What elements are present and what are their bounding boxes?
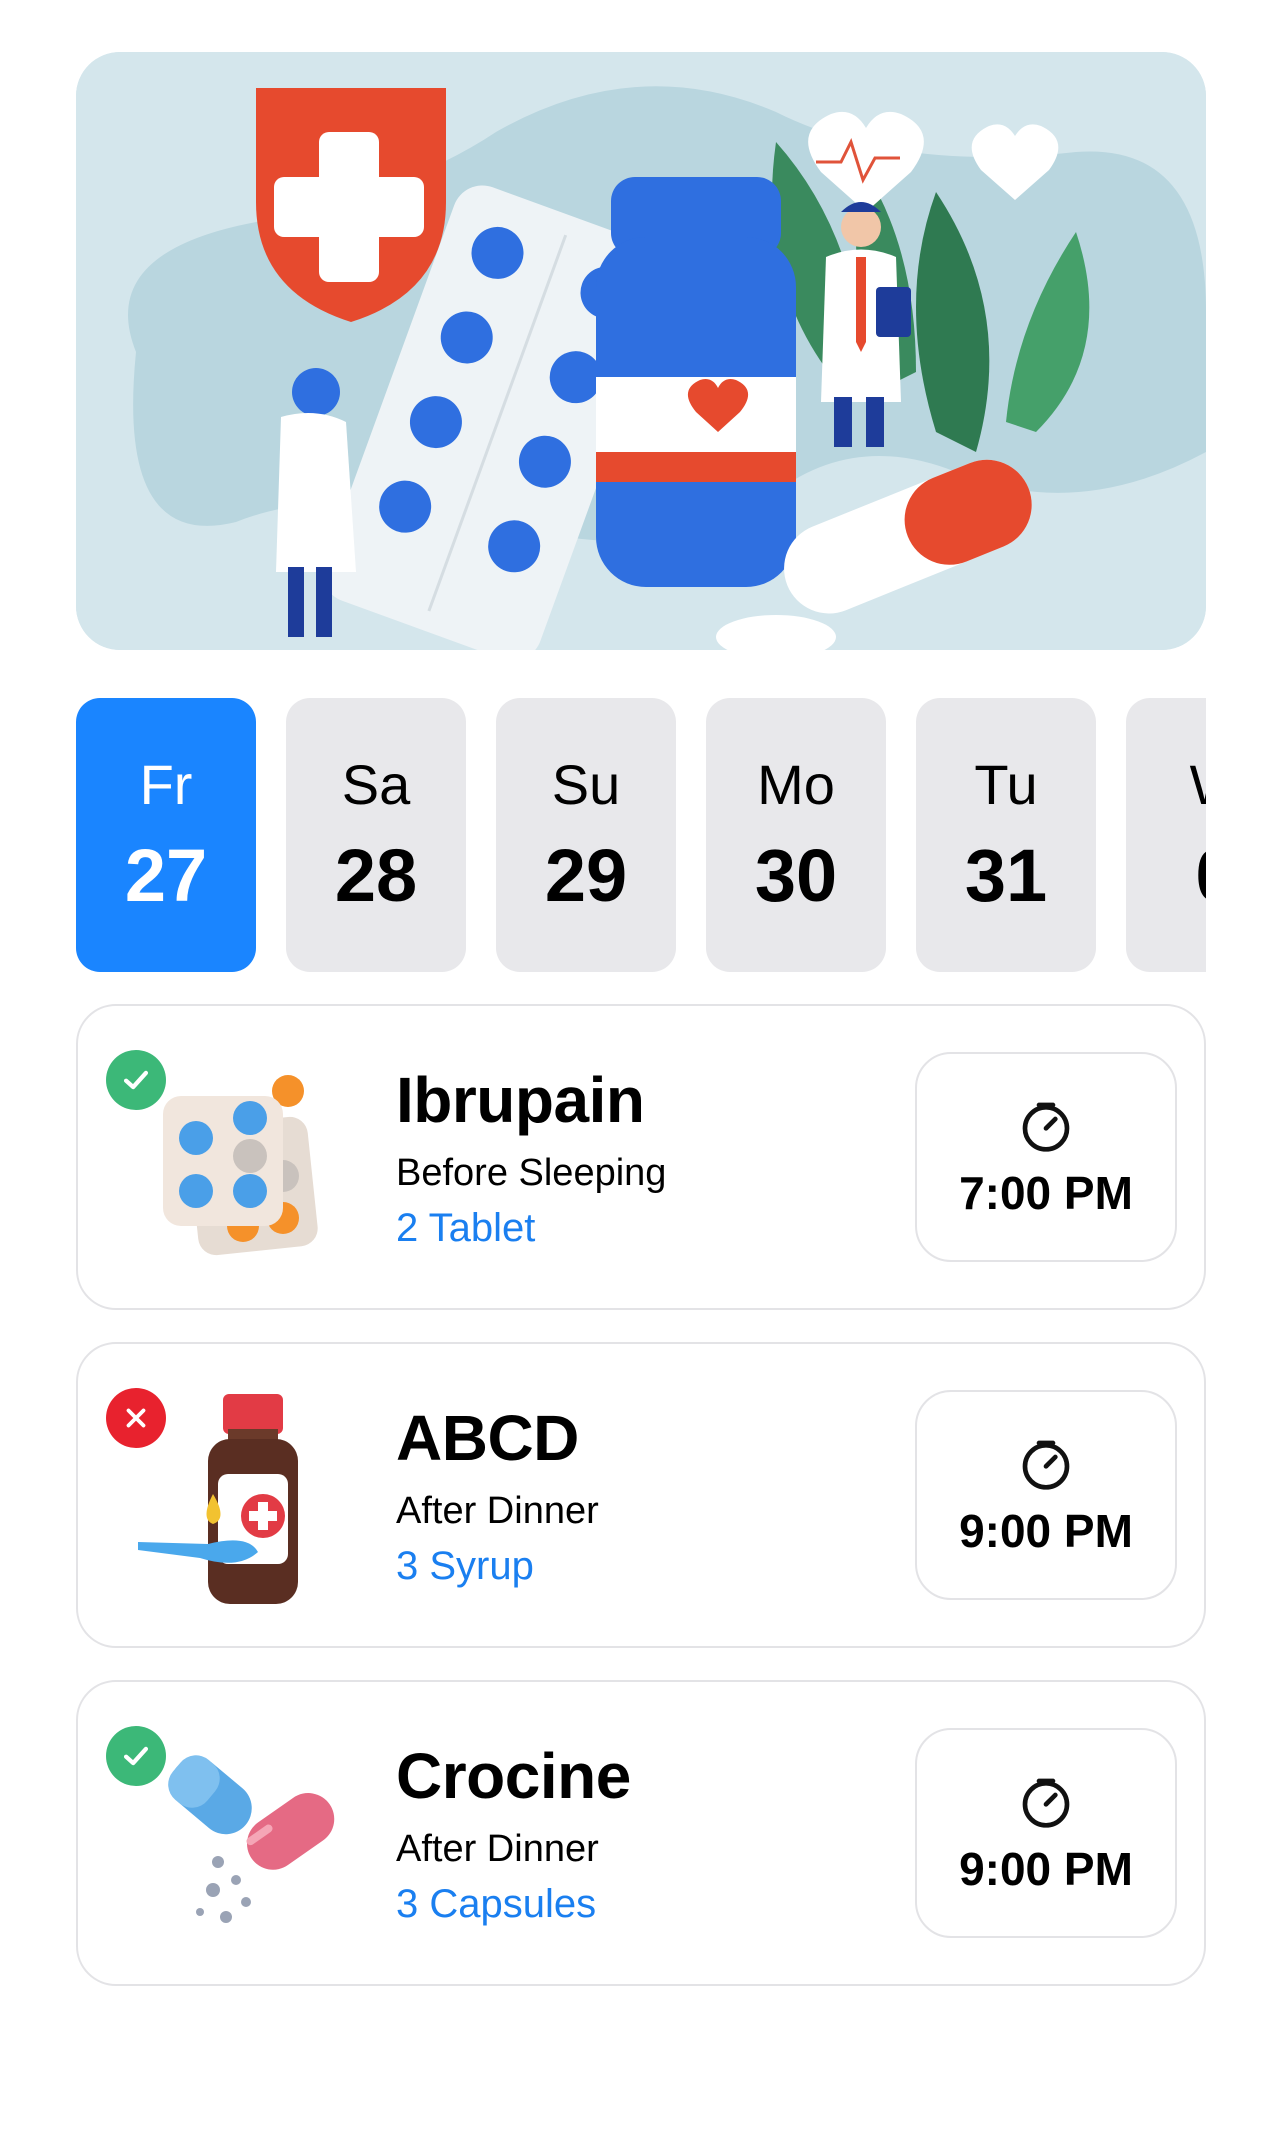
day-date: 31 xyxy=(964,834,1048,917)
day-name: Mo xyxy=(757,753,835,816)
check-icon xyxy=(106,1726,166,1786)
medicine-timing: After Dinner xyxy=(396,1828,599,1870)
day-date: 27 xyxy=(124,834,208,917)
day-chip-3[interactable]: Mo 30 xyxy=(706,698,886,972)
day-selector: Fr 27 Sa 28 Su 29 Mo 30 Tu 31 W 0 xyxy=(76,698,1206,972)
day-chip-4[interactable]: Tu 31 xyxy=(916,698,1096,972)
day-name: Fr xyxy=(139,753,193,816)
syrup-bottle-icon xyxy=(138,1394,298,1604)
reminder-time: 9:00 PM xyxy=(959,1505,1133,1557)
day-date: 0 xyxy=(1195,839,1206,913)
day-chip-2[interactable]: Su 29 xyxy=(496,698,676,972)
medicine-dose: 3 Syrup xyxy=(396,1544,534,1588)
day-date: 29 xyxy=(544,834,628,917)
medicine-card[interactable]: ABCD After Dinner 3 Syrup 9:00 PM xyxy=(76,1342,1206,1648)
day-chip-5[interactable]: W 0 xyxy=(1126,698,1206,972)
medicine-name: ABCD xyxy=(396,1402,579,1474)
medicine-timing: After Dinner xyxy=(396,1490,599,1532)
timer-icon xyxy=(1022,1440,1070,1490)
reminder-time-button[interactable]: 9:00 PM xyxy=(915,1728,1177,1938)
medicine-card[interactable]: Ibrupain Before Sleeping 2 Tablet 7:00 P… xyxy=(76,1004,1206,1310)
timer-icon xyxy=(1022,1102,1070,1152)
tablet-strip-icon xyxy=(163,1075,318,1256)
medicine-dose: 2 Tablet xyxy=(396,1206,536,1250)
day-name: Sa xyxy=(341,753,411,816)
capsule-icon xyxy=(168,1755,335,1923)
timer-icon xyxy=(1022,1778,1070,1828)
medicine-illustration xyxy=(76,52,1206,650)
day-chip-0[interactable]: Fr 27 xyxy=(76,698,256,972)
day-date: 30 xyxy=(754,834,838,917)
day-name: Su xyxy=(551,753,621,816)
medicine-dose: 3 Capsules xyxy=(396,1882,597,1926)
day-name: Tu xyxy=(974,753,1038,816)
reminder-time-button[interactable]: 7:00 PM xyxy=(915,1052,1177,1262)
medicine-timing: Before Sleeping xyxy=(396,1152,667,1194)
reminder-time: 9:00 PM xyxy=(959,1843,1133,1895)
day-chip-1[interactable]: Sa 28 xyxy=(286,698,466,972)
day-name: W xyxy=(1190,757,1206,813)
reminder-time: 7:00 PM xyxy=(959,1167,1133,1219)
check-icon xyxy=(106,1050,166,1110)
hero-banner xyxy=(76,52,1206,650)
medicine-name: Ibrupain xyxy=(396,1064,645,1136)
day-date: 28 xyxy=(334,834,418,917)
close-icon xyxy=(106,1388,166,1448)
reminder-time-button[interactable]: 9:00 PM xyxy=(915,1390,1177,1600)
medicine-card[interactable]: Crocine After Dinner 3 Capsules 9:00 PM xyxy=(76,1680,1206,1986)
medicine-name: Crocine xyxy=(396,1740,631,1812)
